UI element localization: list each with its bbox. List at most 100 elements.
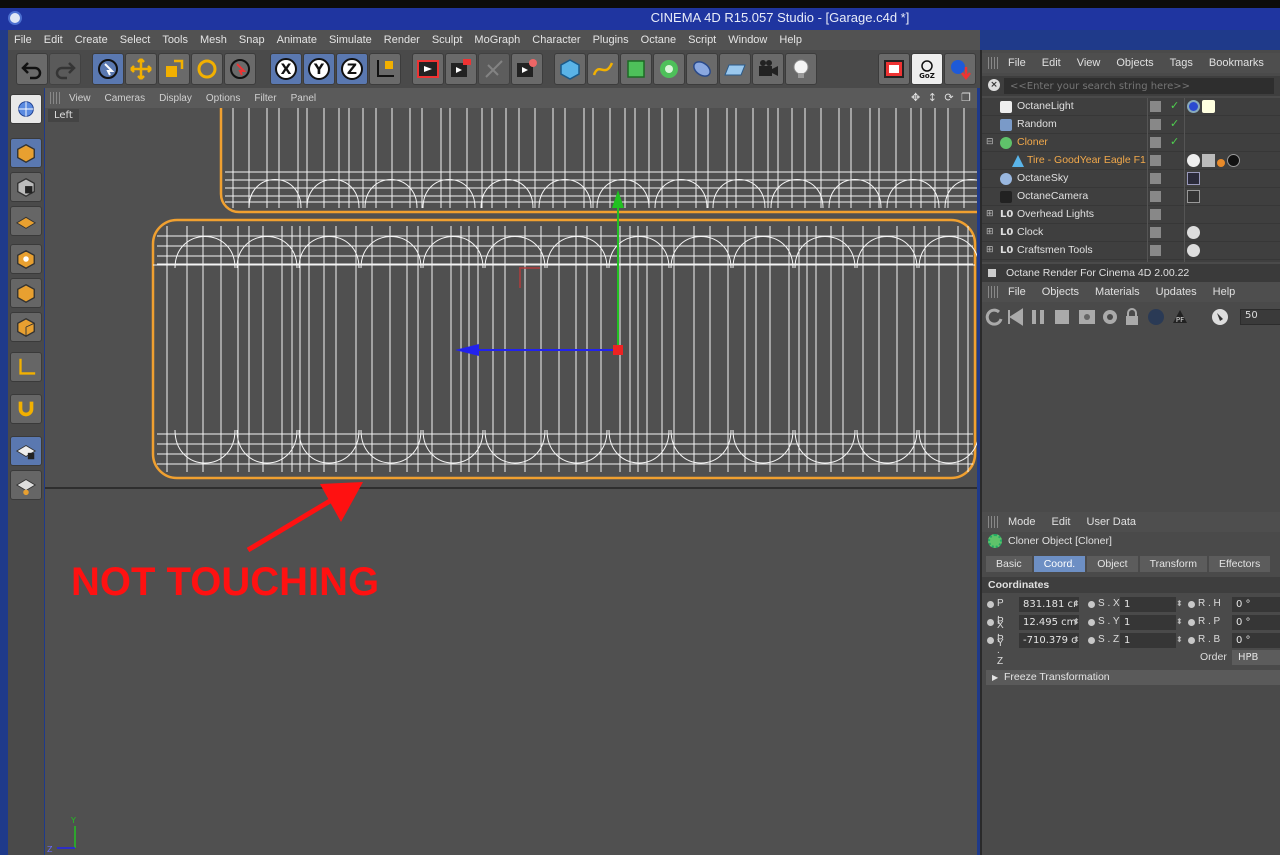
- render-to-pv-icon[interactable]: [511, 53, 543, 85]
- freeze-transformation-section[interactable]: ▶ Freeze Transformation: [986, 670, 1280, 685]
- planar-workplane-icon[interactable]: [10, 470, 42, 500]
- object-row-tire[interactable]: Tire - GoodYear Eagle F1: [982, 152, 1280, 170]
- om-menu-view[interactable]: View: [1069, 57, 1109, 69]
- menu-snap[interactable]: Snap: [233, 34, 271, 46]
- am-menu-user-data[interactable]: User Data: [1079, 516, 1145, 528]
- send-scene-icon[interactable]: [1006, 307, 1026, 327]
- menu-edit[interactable]: Edit: [38, 34, 69, 46]
- x-axis-icon[interactable]: X: [270, 53, 302, 85]
- object-row-random[interactable]: Random ✓: [982, 116, 1280, 134]
- field-value[interactable]: -710.379 c: [1019, 633, 1079, 648]
- expand-icon[interactable]: ⊞: [986, 245, 998, 257]
- object-row-octanelight[interactable]: OctaneLight ✓: [982, 98, 1280, 116]
- z-axis-icon[interactable]: Z: [336, 53, 368, 85]
- subdivision-surface-icon[interactable]: [620, 53, 652, 85]
- tire-wireframe-top[interactable]: [219, 108, 977, 214]
- om-menu-file[interactable]: File: [1000, 57, 1034, 69]
- stop-render-icon[interactable]: [1052, 307, 1072, 327]
- rotation-p-field[interactable]: R . P 0 °: [1188, 615, 1280, 631]
- workplane-icon[interactable]: [10, 206, 42, 236]
- column-separator[interactable]: [1184, 98, 1185, 262]
- coordinate-system-icon[interactable]: [369, 53, 401, 85]
- menu-octane[interactable]: Octane: [635, 34, 682, 46]
- am-menu-edit[interactable]: Edit: [1044, 516, 1079, 528]
- octane-value-field[interactable]: 50: [1240, 309, 1280, 325]
- keyframe-dot-icon[interactable]: [987, 637, 994, 644]
- restart-render-icon[interactable]: [984, 307, 1004, 327]
- region-render-icon[interactable]: [1077, 307, 1097, 327]
- octane-grip-icon[interactable]: [988, 286, 1000, 298]
- deformer-icon[interactable]: [686, 53, 718, 85]
- menu-window[interactable]: Window: [722, 34, 773, 46]
- field-value[interactable]: 1: [1120, 597, 1176, 612]
- snap-magnet-icon[interactable]: [10, 394, 42, 424]
- menu-mesh[interactable]: Mesh: [194, 34, 233, 46]
- locked-workplane-icon[interactable]: [10, 436, 42, 466]
- tab-basic[interactable]: Basic: [986, 556, 1032, 572]
- octane-menu-objects[interactable]: Objects: [1034, 286, 1087, 298]
- column-separator[interactable]: [1147, 98, 1148, 262]
- order-dropdown[interactable]: HPB: [1232, 650, 1280, 665]
- menu-plugins[interactable]: Plugins: [587, 34, 635, 46]
- texture-mode-icon[interactable]: [10, 172, 42, 202]
- post-fx-icon[interactable]: PF: [1170, 307, 1190, 327]
- expand-icon[interactable]: ⊞: [986, 227, 998, 239]
- rotation-h-field[interactable]: R . H 0 °: [1188, 597, 1280, 613]
- field-value[interactable]: 831.181 cı: [1019, 597, 1079, 612]
- gizmo-center-handle[interactable]: [613, 345, 623, 355]
- object-manager-grip-icon[interactable]: [988, 57, 1000, 69]
- viewport-menu-options[interactable]: Options: [199, 93, 247, 104]
- menu-simulate[interactable]: Simulate: [323, 34, 378, 46]
- viewport-menu-panel[interactable]: Panel: [284, 93, 324, 104]
- field-value[interactable]: 0 °: [1232, 597, 1280, 612]
- tab-object[interactable]: Object: [1087, 556, 1138, 572]
- scale-y-field[interactable]: S . Y 1 ⬍: [1088, 615, 1183, 631]
- expand-triangle-icon[interactable]: ▶: [992, 670, 998, 685]
- octane-menu-updates[interactable]: Updates: [1148, 286, 1205, 298]
- om-menu-bookmarks[interactable]: Bookmarks: [1201, 57, 1272, 69]
- scale-x-field[interactable]: S . X 1 ⬍: [1088, 597, 1183, 613]
- rotate-icon[interactable]: [191, 53, 223, 85]
- tab-transform[interactable]: Transform: [1139, 556, 1208, 572]
- keyframe-dot-icon[interactable]: [1088, 637, 1095, 644]
- field-value[interactable]: 0 °: [1232, 615, 1280, 630]
- octane-render-icon[interactable]: [878, 53, 910, 85]
- field-value[interactable]: 1: [1120, 633, 1176, 648]
- coordinates-section-header[interactable]: Coordinates: [982, 577, 1280, 593]
- polygons-mode-icon[interactable]: [10, 312, 42, 342]
- object-row-craftsmen-tools[interactable]: ⊞ L0 Craftsmen Tools: [982, 242, 1280, 260]
- object-row-clock[interactable]: ⊞ L0 Clock: [982, 224, 1280, 242]
- cloner-array-icon[interactable]: [653, 53, 685, 85]
- y-axis-handle[interactable]: [612, 190, 624, 208]
- tab-coord[interactable]: Coord.: [1033, 556, 1086, 572]
- material-ball-icon[interactable]: [1146, 307, 1166, 327]
- keyframe-dot-icon[interactable]: [987, 601, 994, 608]
- undo-icon[interactable]: [16, 53, 48, 85]
- octane-menu-file[interactable]: File: [1000, 286, 1034, 298]
- make-editable-icon[interactable]: [10, 94, 42, 124]
- menu-file[interactable]: File: [8, 34, 38, 46]
- enable-axis-icon[interactable]: [10, 352, 42, 382]
- viewport-navigation-icons[interactable]: ✥ ↕ ⟳ ❐: [911, 91, 973, 104]
- octane-menu-materials[interactable]: Materials: [1087, 286, 1148, 298]
- settings-gear-icon[interactable]: [1100, 307, 1120, 327]
- render-view-icon[interactable]: [412, 53, 444, 85]
- redo-icon[interactable]: [49, 53, 81, 85]
- rotation-b-field[interactable]: R . B 0 °: [1188, 633, 1280, 649]
- menu-mograph[interactable]: MoGraph: [468, 34, 526, 46]
- collapse-icon[interactable]: ⊟: [986, 137, 998, 149]
- model-mode-icon[interactable]: [10, 138, 42, 168]
- object-row-overhead-lights[interactable]: ⊞ L0 Overhead Lights: [982, 206, 1280, 224]
- menu-create[interactable]: Create: [69, 34, 114, 46]
- field-value[interactable]: 1: [1120, 615, 1176, 630]
- attribute-grip-icon[interactable]: [988, 516, 1000, 528]
- om-menu-edit[interactable]: Edit: [1034, 57, 1069, 69]
- menu-animate[interactable]: Animate: [271, 34, 323, 46]
- move-icon[interactable]: [125, 53, 157, 85]
- keyframe-dot-icon[interactable]: [1188, 637, 1195, 644]
- menu-tools[interactable]: Tools: [156, 34, 194, 46]
- om-menu-objects[interactable]: Objects: [1108, 57, 1161, 69]
- keyframe-dot-icon[interactable]: [1088, 619, 1095, 626]
- lock-icon[interactable]: [1122, 307, 1142, 327]
- menu-help[interactable]: Help: [773, 34, 808, 46]
